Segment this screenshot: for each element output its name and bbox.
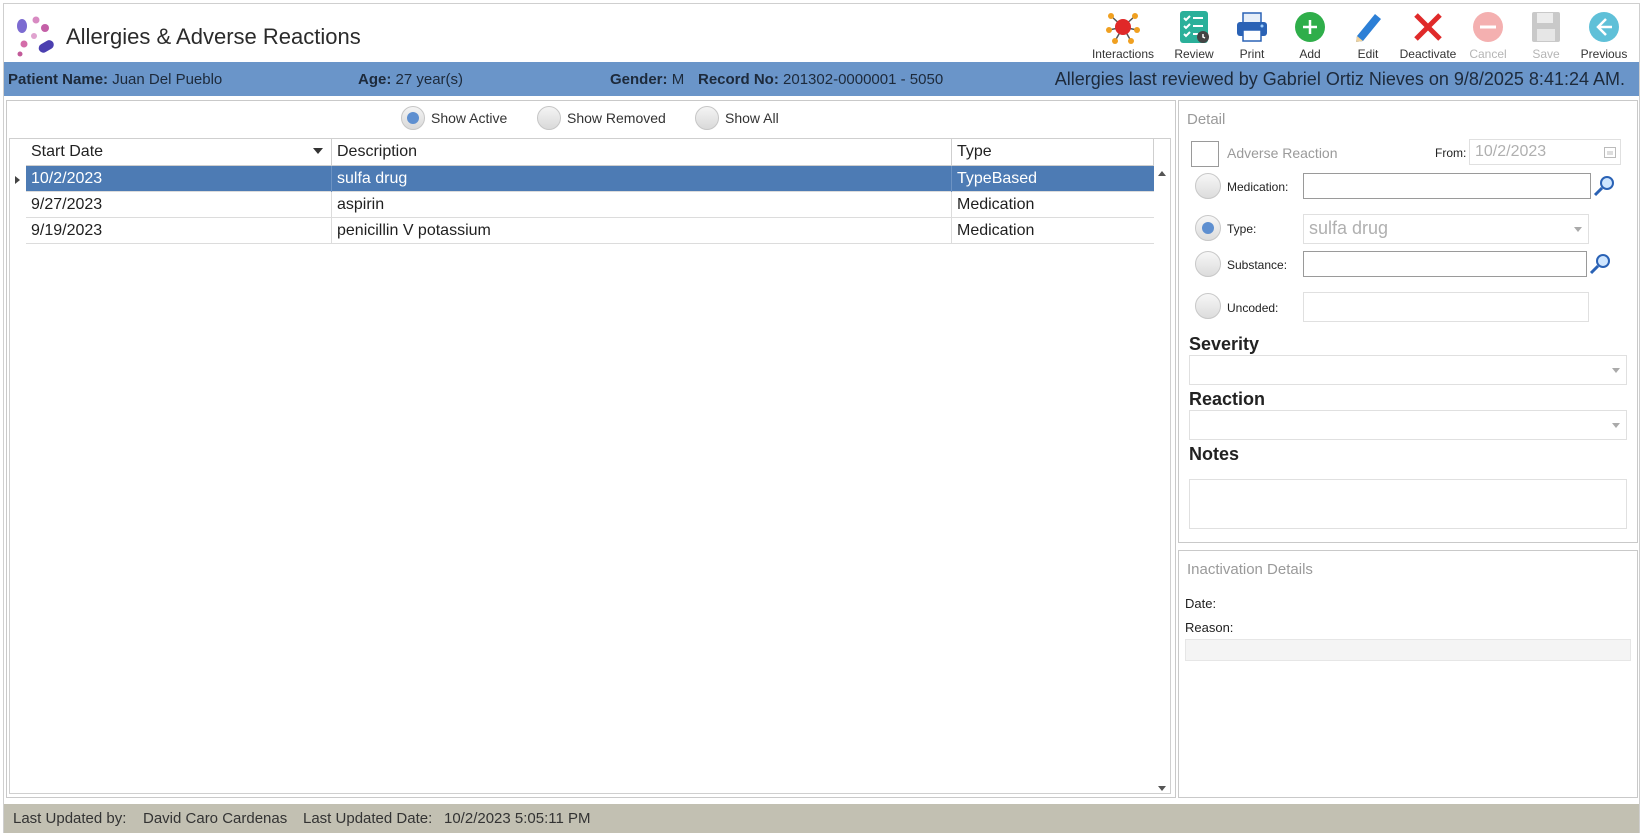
patient-record-number: Record No: 201302-0000001 - 5050 — [698, 71, 944, 88]
radio-unselected-icon — [537, 106, 561, 130]
table-row[interactable]: 9/19/2023 penicillin V potassium Medicat… — [26, 218, 1154, 244]
medication-input[interactable] — [1303, 173, 1591, 199]
last-updated-by-value: David Caro Cardenas — [143, 810, 288, 827]
last-updated-date-value: 10/2/2023 5:05:11 PM — [444, 810, 591, 827]
allergies-review-status: Allergies last reviewed by Gabriel Ortiz… — [1054, 69, 1625, 89]
floppy-disk-icon — [1528, 9, 1564, 45]
medication-label: Medication: — [1227, 180, 1289, 194]
substance-input[interactable] — [1303, 251, 1587, 277]
previous-button[interactable]: Previous — [1575, 6, 1633, 62]
grid-vertical-scrollbar[interactable] — [1154, 165, 1170, 793]
cell-start-date: 9/27/2023 — [26, 192, 332, 218]
medication-radio[interactable] — [1195, 173, 1221, 199]
uncoded-label: Uncoded: — [1227, 301, 1279, 315]
calendar-icon[interactable] — [1604, 146, 1616, 158]
inactivation-panel: Inactivation Details Date: Reason: — [1178, 550, 1638, 798]
current-row-indicator-icon — [15, 176, 20, 184]
radio-unselected-icon — [695, 106, 719, 130]
save-button[interactable]: Save — [1517, 6, 1575, 62]
arrow-left-circle-icon — [1586, 9, 1622, 45]
substance-label: Substance: — [1227, 258, 1288, 272]
column-header-type[interactable]: Type — [952, 139, 1154, 166]
allergy-grid: Start Date Description Type 10/2/2023 su… — [9, 138, 1171, 794]
patient-info-bar: Patient Name: Juan Del Pueblo Age: 27 ye… — [4, 62, 1639, 96]
substance-search-icon[interactable] — [1589, 253, 1611, 275]
table-row[interactable]: 10/2/2023 sulfa drug TypeBased — [26, 166, 1154, 192]
app-logo-icon — [17, 16, 54, 57]
red-x-icon — [1410, 9, 1446, 45]
reaction-select[interactable] — [1189, 410, 1627, 440]
filter-radio-group: Show Active Show Removed Show All — [7, 106, 1175, 132]
cell-start-date: 10/2/2023 — [26, 166, 332, 192]
toolbar: Interactions Review Print Add Edit Deact… — [1081, 6, 1633, 62]
printer-icon — [1234, 9, 1270, 45]
pencil-icon — [1350, 9, 1386, 45]
notes-textarea[interactable] — [1189, 479, 1627, 529]
minus-circle-icon — [1470, 9, 1506, 45]
sort-descending-icon — [313, 148, 323, 154]
review-checklist-icon — [1176, 9, 1212, 45]
notes-heading: Notes — [1189, 444, 1240, 464]
show-removed-radio[interactable]: Show Removed — [537, 106, 666, 130]
cell-start-date: 9/19/2023 — [26, 218, 332, 244]
from-date-field[interactable]: 10/2/2023 — [1469, 139, 1621, 165]
radio-selected-icon — [401, 106, 425, 130]
chevron-down-icon — [1574, 227, 1582, 232]
column-header-description[interactable]: Description — [332, 139, 952, 166]
plus-circle-icon — [1292, 9, 1328, 45]
chevron-down-icon — [1612, 423, 1620, 428]
cell-description: sulfa drug — [332, 166, 952, 192]
deactivate-button[interactable]: Deactivate — [1397, 6, 1459, 62]
cell-type: TypeBased — [957, 170, 1038, 187]
show-all-radio[interactable]: Show All — [695, 106, 779, 130]
interactions-icon — [1105, 9, 1141, 45]
interactions-button[interactable]: Interactions — [1081, 6, 1165, 62]
reaction-heading: Reaction — [1189, 389, 1266, 409]
cancel-button[interactable]: Cancel — [1459, 6, 1517, 62]
grid-header: Start Date Description Type — [26, 139, 1154, 166]
show-active-radio[interactable]: Show Active — [401, 106, 507, 130]
uncoded-input[interactable] — [1303, 292, 1589, 322]
add-button[interactable]: Add — [1281, 6, 1339, 62]
cell-description: penicillin V potassium — [332, 218, 952, 244]
inactivation-date-label: Date: — [1185, 596, 1217, 611]
cell-description: aspirin — [332, 192, 952, 218]
chevron-down-icon — [1612, 368, 1620, 373]
type-select[interactable]: sulfa drug — [1303, 214, 1589, 244]
severity-select[interactable] — [1189, 355, 1627, 385]
last-updated-by-label: Last Updated by: — [13, 810, 127, 827]
substance-radio[interactable] — [1195, 251, 1221, 277]
inactivation-reason-label: Reason: — [1185, 620, 1234, 635]
adverse-reaction-checkbox[interactable] — [1191, 141, 1219, 167]
table-row[interactable]: 9/27/2023 aspirin Medication — [26, 192, 1154, 218]
medication-search-icon[interactable] — [1593, 175, 1615, 197]
print-button[interactable]: Print — [1223, 6, 1281, 62]
type-radio[interactable] — [1195, 215, 1221, 241]
header: Allergies & Adverse Reactions Interactio… — [4, 4, 1639, 62]
scroll-up-icon[interactable] — [1158, 171, 1166, 176]
patient-gender: Gender: M — [610, 71, 685, 88]
status-bar: Last Updated by: David Caro Cardenas Las… — [4, 804, 1639, 833]
review-button[interactable]: Review — [1165, 6, 1223, 62]
from-label: From: — [1435, 146, 1467, 160]
detail-panel: Detail Adverse Reaction From: 10/2/2023 … — [1178, 100, 1638, 543]
column-header-start-date[interactable]: Start Date — [26, 139, 332, 166]
severity-heading: Severity — [1189, 334, 1260, 354]
patient-age: Age: 27 year(s) — [358, 71, 464, 88]
cell-type: Medication — [957, 222, 1035, 239]
page-title: Allergies & Adverse Reactions — [66, 24, 361, 49]
inactivation-title: Inactivation Details — [1187, 561, 1313, 578]
adverse-reaction-label: Adverse Reaction — [1227, 145, 1338, 161]
inactivation-reason-field — [1185, 639, 1631, 661]
uncoded-radio[interactable] — [1195, 293, 1221, 319]
scroll-down-icon[interactable] — [1158, 786, 1166, 791]
edit-button[interactable]: Edit — [1339, 6, 1397, 62]
last-updated-date-label: Last Updated Date: — [303, 810, 433, 827]
type-label: Type: — [1227, 222, 1257, 236]
cell-type: Medication — [957, 196, 1035, 213]
patient-name: Patient Name: Juan Del Pueblo — [8, 71, 223, 88]
allergy-list-panel: Show Active Show Removed Show All Start … — [6, 100, 1176, 798]
detail-title: Detail — [1187, 111, 1226, 128]
